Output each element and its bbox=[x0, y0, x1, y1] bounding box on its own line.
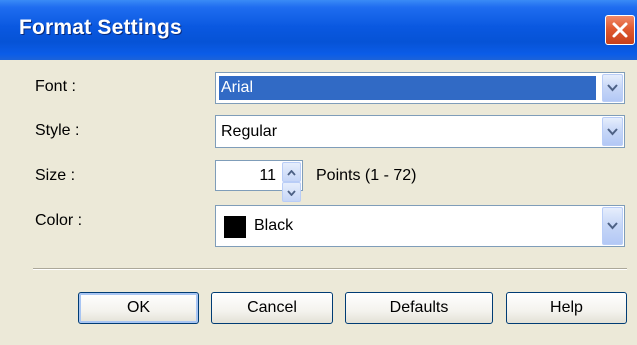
font-label: Font : bbox=[35, 78, 76, 95]
title-bar[interactable]: Format Settings bbox=[0, 0, 637, 60]
size-spin-up-button[interactable] bbox=[282, 162, 301, 182]
font-combobox-value: Arial bbox=[219, 76, 596, 100]
help-button-label: Help bbox=[550, 299, 583, 316]
ok-button[interactable]: OK bbox=[78, 292, 199, 324]
style-label: Style : bbox=[35, 122, 80, 139]
format-settings-dialog: Format Settings Font : Arial Style : Reg… bbox=[0, 0, 637, 345]
color-combobox-value: Black bbox=[254, 217, 294, 234]
color-label: Color : bbox=[35, 212, 83, 229]
size-label: Size : bbox=[35, 167, 76, 184]
style-dropdown-button[interactable] bbox=[602, 117, 623, 146]
help-button[interactable]: Help bbox=[506, 292, 627, 324]
font-dropdown-button[interactable] bbox=[602, 74, 623, 102]
defaults-button-label: Defaults bbox=[389, 299, 449, 316]
cancel-button[interactable]: Cancel bbox=[211, 292, 333, 324]
style-combobox-value: Regular bbox=[221, 122, 278, 140]
size-spin-buttons bbox=[282, 162, 301, 202]
size-spinbox[interactable]: 11 bbox=[215, 160, 303, 202]
close-button[interactable] bbox=[605, 15, 635, 45]
spin-up-icon bbox=[287, 163, 296, 181]
spin-down-icon bbox=[287, 183, 296, 201]
chevron-down-icon bbox=[607, 123, 618, 141]
chevron-down-icon bbox=[607, 79, 618, 97]
color-swatch bbox=[224, 216, 246, 238]
font-combobox[interactable]: Arial bbox=[215, 72, 625, 104]
color-dropdown-button[interactable] bbox=[602, 207, 623, 245]
color-combobox[interactable]: Black bbox=[215, 205, 625, 247]
ok-button-label: OK bbox=[126, 299, 151, 316]
size-range-text: Points (1 - 72) bbox=[316, 167, 417, 184]
separator bbox=[33, 268, 627, 270]
close-icon bbox=[611, 21, 629, 39]
size-spin-down-button[interactable] bbox=[282, 182, 301, 202]
chevron-down-icon bbox=[607, 217, 618, 235]
dialog-title: Format Settings bbox=[19, 16, 182, 39]
cancel-button-label: Cancel bbox=[247, 299, 297, 316]
size-value: 11 bbox=[259, 166, 276, 184]
style-combobox[interactable]: Regular bbox=[215, 115, 625, 148]
defaults-button[interactable]: Defaults bbox=[345, 292, 493, 324]
dialog-body: Font : Arial Style : Regular Size : 11 P… bbox=[0, 60, 637, 345]
